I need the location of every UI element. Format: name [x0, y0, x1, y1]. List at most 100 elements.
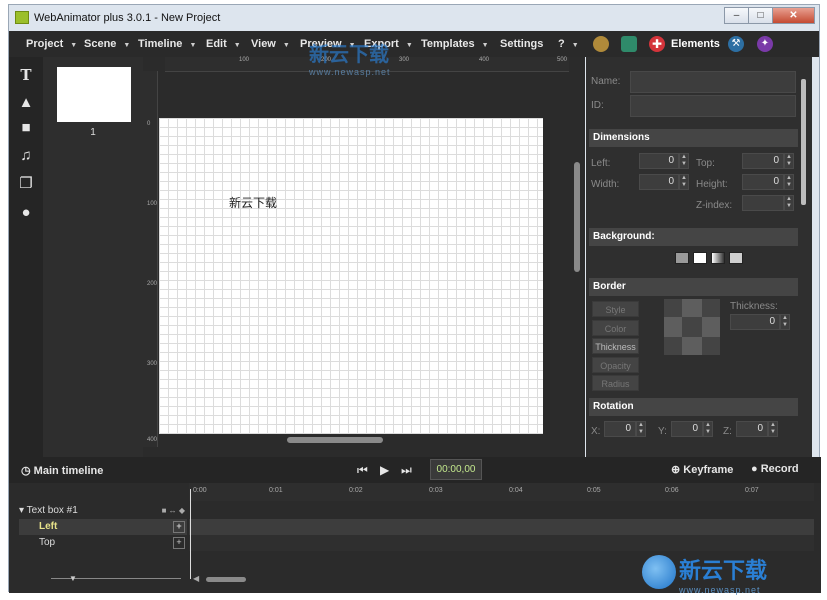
add-keyframe-top-icon[interactable]: +	[173, 537, 185, 549]
border-thickness-spinner[interactable]: ▲ ▼	[780, 314, 790, 330]
elements-icon[interactable]: ✚	[649, 36, 665, 52]
scene-number: 1	[90, 127, 96, 138]
zindex-spinner[interactable]: ▲ ▼	[784, 195, 794, 211]
height-input[interactable]: 0	[742, 174, 784, 190]
rotation-y-spinner[interactable]: ▲ ▼	[703, 421, 713, 437]
border-opacity-button[interactable]: Opacity	[592, 357, 639, 373]
video-tool-icon[interactable]: ■	[18, 120, 34, 136]
border-radius-button[interactable]: Radius	[592, 375, 639, 391]
vertical-ruler: 0 100 200 300 400	[143, 71, 158, 447]
border-header[interactable]: Border	[589, 278, 798, 296]
scenes-panel: 1	[43, 57, 143, 457]
app-window: WebAnimator plus 3.0.1 - New Project – □…	[8, 4, 821, 595]
menu-timeline[interactable]: Timeline ▼	[138, 31, 196, 57]
rewind-icon[interactable]: ⏮	[357, 463, 368, 478]
dimensions-header[interactable]: Dimensions	[589, 129, 798, 147]
width-input[interactable]: 0	[639, 174, 679, 190]
timeline-clock-icon: ◷	[21, 465, 31, 477]
zindex-label: Z-index:	[696, 200, 733, 211]
bg-image-button[interactable]	[729, 252, 743, 264]
rotation-z-spinner[interactable]: ▲ ▼	[768, 421, 778, 437]
maximize-button[interactable]: □	[748, 7, 773, 24]
top-spinner[interactable]: ▲ ▼	[784, 153, 794, 169]
height-spinner[interactable]: ▲ ▼	[784, 174, 794, 190]
id-input[interactable]	[630, 95, 796, 117]
tools-sidebar: T ▲ ■ ♫ ❐ ●	[9, 57, 43, 457]
track-left-lane[interactable]	[189, 519, 814, 535]
ruler-tick: 300	[399, 57, 410, 63]
left-spinner[interactable]: ▲ ▼	[679, 153, 689, 169]
properties-scrollbar[interactable]	[801, 79, 806, 205]
play-icon[interactable]: ▶	[380, 463, 389, 477]
menu-templates[interactable]: Templates ▼	[421, 31, 489, 57]
timeline-tick: 0:04	[509, 487, 523, 494]
border-style-button[interactable]: Style	[592, 301, 639, 317]
stage-horizontal-scrollbar[interactable]	[287, 437, 383, 443]
menu-edit[interactable]: Edit ▼	[206, 31, 241, 57]
menu-scene[interactable]: Scene ▼	[84, 31, 130, 57]
close-button[interactable]: ✕	[772, 7, 815, 24]
zindex-input[interactable]	[742, 195, 784, 211]
zoom-slider-handle[interactable]: ▼	[69, 574, 77, 583]
objects-icon[interactable]: ●	[18, 205, 34, 221]
track-text-box[interactable]: ▾ Text box #1 ■ ↔ ◆	[19, 503, 187, 519]
add-keyframe-left-icon[interactable]: +	[173, 521, 185, 533]
menu-bar: Project ▼ Scene ▼ Timeline ▼ Edit ▼ View ▼ Pr…	[9, 31, 819, 57]
forward-icon[interactable]: ⏭	[401, 463, 412, 478]
library-icon[interactable]	[593, 36, 609, 52]
tools-icon[interactable]: ⚒	[728, 36, 744, 52]
background-header[interactable]: Background:	[589, 228, 798, 246]
keyframe-button[interactable]: ⊕ Keyframe	[671, 463, 733, 476]
rotation-z-input[interactable]: 0	[736, 421, 768, 437]
timeline-tick: 0:03	[429, 487, 443, 494]
effects-icon[interactable]: ✦	[757, 36, 773, 52]
watermark-logo-icon	[642, 555, 676, 589]
rotation-x-input[interactable]: 0	[604, 421, 636, 437]
rotation-x-spinner[interactable]: ▲ ▼	[636, 421, 646, 437]
border-side-selector[interactable]	[664, 299, 720, 355]
bg-color-button[interactable]	[693, 252, 707, 264]
width-spinner[interactable]: ▲ ▼	[679, 174, 689, 190]
minimize-button[interactable]: –	[724, 7, 749, 24]
menu-view[interactable]: View ▼	[251, 31, 290, 57]
menu-settings[interactable]: Settings	[500, 31, 543, 57]
rotation-header[interactable]: Rotation	[589, 398, 798, 416]
timeline-tick: 0:00	[193, 487, 207, 494]
timeline-tracks-list: ▾ Text box #1 ■ ↔ ◆ Left + Top +	[19, 499, 187, 559]
menu-help[interactable]: ? ▼	[558, 31, 579, 57]
name-input[interactable]	[630, 71, 796, 93]
record-button[interactable]: ● Record	[751, 463, 799, 475]
top-input[interactable]: 0	[742, 153, 784, 169]
left-input[interactable]: 0	[639, 153, 679, 169]
audio-tool-icon[interactable]: ♫	[18, 148, 34, 164]
menu-project[interactable]: Project ▼	[26, 31, 77, 57]
main-timeline-label[interactable]: ◷ Main timeline	[21, 464, 103, 477]
timeline-scroll-left-icon[interactable]: ◀	[193, 574, 199, 583]
track-top-lane[interactable]	[189, 535, 814, 551]
text-tool-icon[interactable]: T	[18, 67, 34, 83]
track-options-icon[interactable]: ■ ↔ ◆	[162, 503, 185, 519]
playhead[interactable]	[190, 489, 191, 579]
rotation-y-input[interactable]: 0	[671, 421, 703, 437]
stage-vertical-scrollbar[interactable]	[574, 162, 580, 272]
bg-none-button[interactable]	[675, 252, 689, 264]
stage-canvas[interactable]: 新云下载	[159, 118, 543, 434]
timeline-scrollbar[interactable]	[206, 577, 246, 582]
timeline-tick: 0:07	[745, 487, 759, 494]
border-thickness-button[interactable]: Thickness	[592, 338, 639, 354]
track-left[interactable]: Left +	[19, 519, 187, 535]
bg-gradient-button[interactable]	[711, 252, 725, 264]
canvas-text-box[interactable]: 新云下载	[229, 194, 277, 211]
elements-label[interactable]: Elements	[671, 31, 720, 57]
ruler-tick: 100	[239, 57, 250, 63]
track-top[interactable]: Top +	[19, 535, 187, 551]
shape-tool-icon[interactable]: ▲	[18, 95, 34, 111]
border-color-button[interactable]: Color	[592, 320, 639, 336]
border-thickness-input[interactable]: 0	[730, 314, 780, 330]
border-thickness-label: Thickness:	[730, 301, 778, 312]
timeline-toolbar: ◷ Main timeline ⏮ ▶ ⏭ 00:00,00 ⊕ Keyfram…	[9, 457, 821, 483]
gallery-icon[interactable]	[621, 36, 637, 52]
collapse-arrow-icon[interactable]: ▾	[19, 505, 24, 516]
layers-icon[interactable]: ❐	[18, 176, 34, 192]
scene-thumbnail[interactable]	[57, 67, 131, 122]
